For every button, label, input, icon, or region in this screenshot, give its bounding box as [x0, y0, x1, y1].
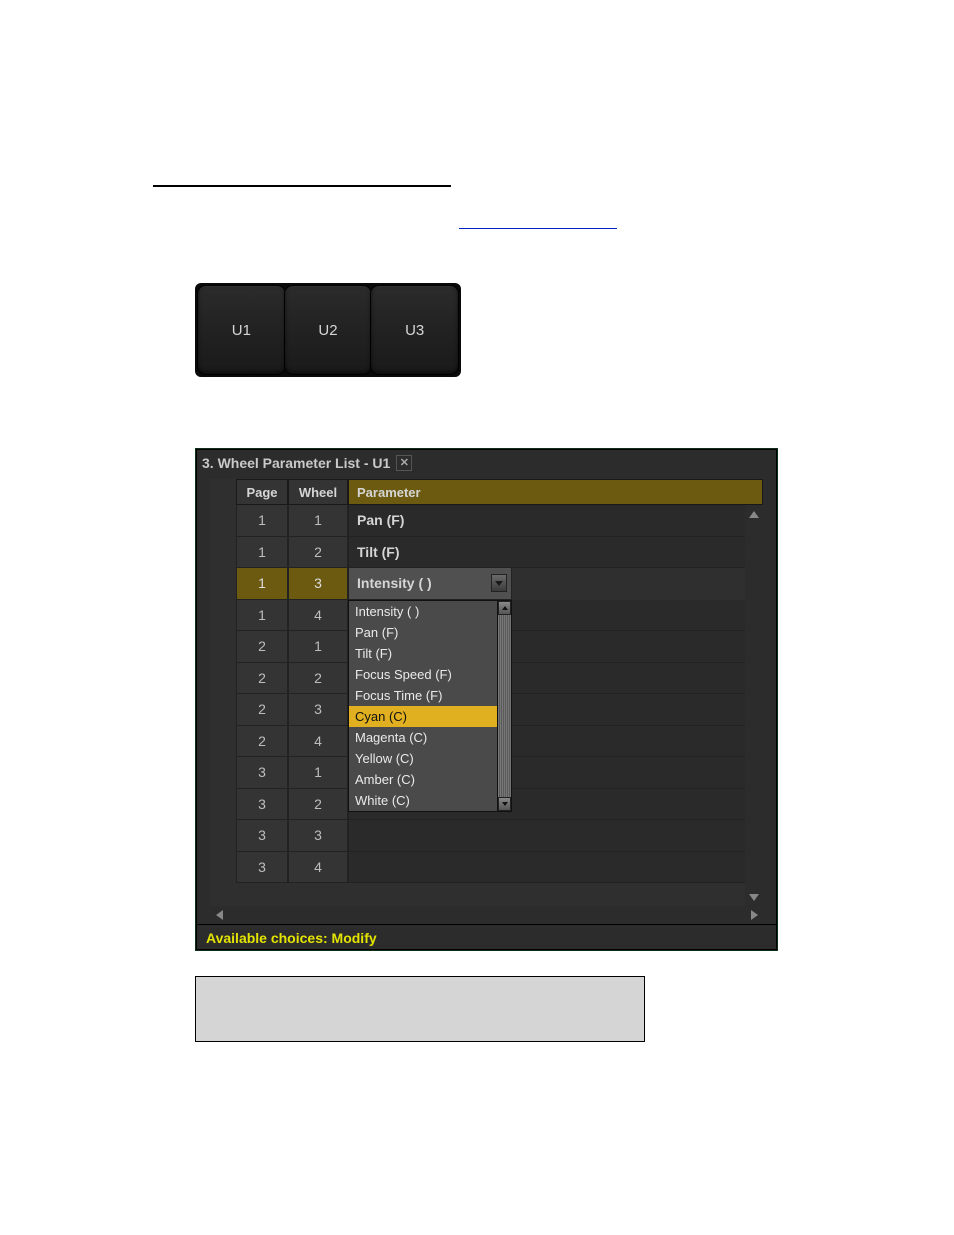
cell-wheel: 3 — [288, 694, 348, 726]
cell-parameter[interactable] — [348, 820, 763, 852]
cell-page: 3 — [236, 789, 288, 821]
horizontal-scrollbar[interactable] — [210, 906, 763, 924]
dropdown-option[interactable]: Pan (F) — [349, 622, 497, 643]
vertical-scrollbar[interactable] — [745, 505, 763, 906]
cell-page: 3 — [236, 757, 288, 789]
cell-wheel: 3 — [288, 820, 348, 852]
cell-parameter[interactable]: Intensity ( ) — [348, 568, 512, 600]
cell-wheel: 1 — [288, 757, 348, 789]
dropdown-scrollbar[interactable] — [497, 601, 511, 811]
table-row[interactable]: 11Pan (F) — [236, 505, 763, 537]
gray-box — [195, 976, 645, 1042]
parameter-dropdown[interactable]: Intensity ( )Pan (F)Tilt (F)Focus Speed … — [348, 600, 512, 812]
table-header-row: Page Wheel Parameter — [236, 479, 763, 505]
table-row[interactable]: 34 — [236, 852, 763, 884]
dropdown-option[interactable]: White (C) — [349, 790, 497, 811]
scroll-up-icon[interactable] — [498, 601, 511, 615]
scroll-down-icon[interactable] — [498, 797, 511, 811]
cell-page: 2 — [236, 726, 288, 758]
cell-wheel: 4 — [288, 726, 348, 758]
cell-page: 1 — [236, 600, 288, 632]
column-header-wheel[interactable]: Wheel — [288, 479, 348, 505]
dropdown-option[interactable]: Cyan (C) — [349, 706, 497, 727]
dialog-status-bar: Available choices: Modify — [196, 924, 777, 950]
cell-wheel: 2 — [288, 789, 348, 821]
dropdown-option[interactable]: Focus Speed (F) — [349, 664, 497, 685]
cell-page: 1 — [236, 537, 288, 569]
scroll-down-icon[interactable] — [745, 888, 763, 906]
cell-page: 2 — [236, 631, 288, 663]
dialog-body: Page Wheel Parameter 11Pan (F)12Tilt (F)… — [210, 479, 763, 906]
close-icon[interactable]: ✕ — [396, 455, 412, 471]
column-header-parameter[interactable]: Parameter — [348, 479, 763, 505]
scroll-left-icon[interactable] — [210, 906, 228, 924]
cell-wheel: 2 — [288, 537, 348, 569]
cell-page: 1 — [236, 568, 288, 600]
table-row[interactable]: 12Tilt (F) — [236, 537, 763, 569]
status-text: Available choices: Modify — [206, 930, 377, 946]
cell-wheel: 2 — [288, 663, 348, 695]
column-header-page[interactable]: Page — [236, 479, 288, 505]
table-row[interactable]: 33 — [236, 820, 763, 852]
cell-parameter[interactable]: Pan (F) — [348, 505, 763, 537]
wheel-parameter-dialog: 3. Wheel Parameter List - U1 ✕ Page Whee… — [195, 448, 778, 951]
scroll-right-icon[interactable] — [745, 906, 763, 924]
u3-key[interactable]: U3 — [371, 286, 458, 374]
dropdown-option[interactable]: Amber (C) — [349, 769, 497, 790]
cell-page: 2 — [236, 694, 288, 726]
dropdown-option[interactable]: Tilt (F) — [349, 643, 497, 664]
table-area: Page Wheel Parameter 11Pan (F)12Tilt (F)… — [236, 479, 763, 906]
table-row[interactable]: 13Intensity ( ) — [236, 568, 763, 600]
cell-parameter[interactable] — [348, 852, 763, 884]
u-keys-row: U1 U2 U3 — [195, 283, 461, 377]
cell-wheel: 4 — [288, 600, 348, 632]
dropdown-option[interactable]: Intensity ( ) — [349, 601, 497, 622]
table-body: 11Pan (F)12Tilt (F)13Intensity ( )142122… — [236, 505, 763, 883]
cell-wheel: 1 — [288, 505, 348, 537]
decorative-line-blue — [459, 228, 617, 229]
cell-wheel: 1 — [288, 631, 348, 663]
u1-key[interactable]: U1 — [198, 286, 285, 374]
dropdown-option[interactable]: Yellow (C) — [349, 748, 497, 769]
cell-page: 1 — [236, 505, 288, 537]
dialog-title: 3. Wheel Parameter List - U1 — [202, 455, 390, 471]
u2-key[interactable]: U2 — [285, 286, 372, 374]
decorative-line-black — [153, 185, 451, 187]
cell-wheel: 4 — [288, 852, 348, 884]
dropdown-toggle-icon[interactable] — [491, 574, 507, 592]
cell-page: 3 — [236, 820, 288, 852]
cell-page: 3 — [236, 852, 288, 884]
dropdown-option[interactable]: Focus Time (F) — [349, 685, 497, 706]
scroll-up-icon[interactable] — [745, 505, 763, 523]
cell-wheel: 3 — [288, 568, 348, 600]
cell-parameter[interactable]: Tilt (F) — [348, 537, 763, 569]
dropdown-option[interactable]: Magenta (C) — [349, 727, 497, 748]
dialog-titlebar: 3. Wheel Parameter List - U1 ✕ — [196, 449, 777, 477]
cell-page: 2 — [236, 663, 288, 695]
